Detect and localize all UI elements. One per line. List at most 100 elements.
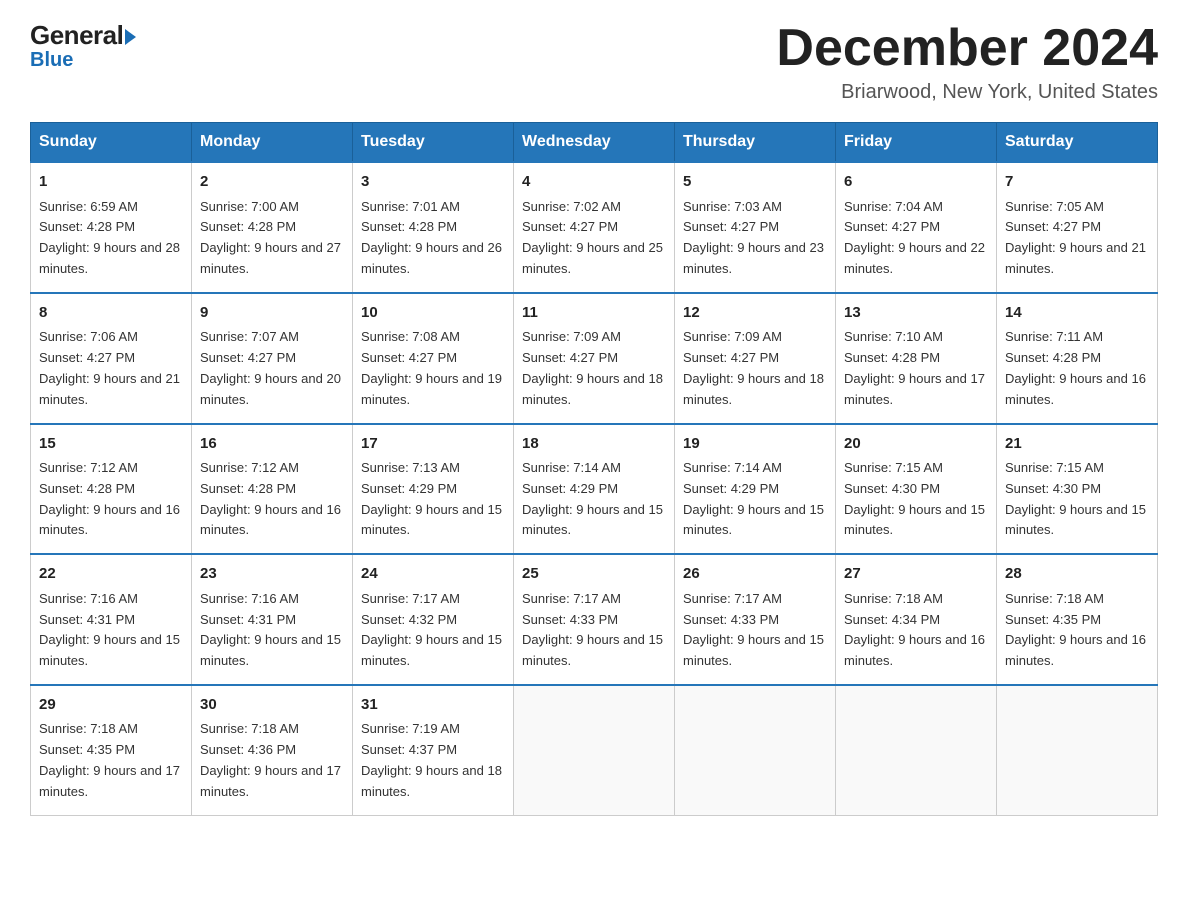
calendar-cell: 4Sunrise: 7:02 AMSunset: 4:27 PMDaylight… [514,162,675,293]
month-title: December 2024 [776,20,1158,77]
day-number: 7 [1005,171,1149,194]
calendar-cell: 9 Sunrise: 7:07 AMSunset: 4:27 PMDaylight… [192,293,353,424]
day-number: 9 [200,302,344,325]
title-block: December 2024 Briarwood, New York, Unite… [776,20,1158,104]
calendar-cell: 22Sunrise: 7:16 AMSunset: 4:31 PMDayligh… [31,554,192,685]
day-number: 24 [361,563,505,586]
calendar-cell: 21 Sunrise: 7:15 AMSunset: 4:30 PMDayligh… [997,424,1158,555]
calendar-cell: 15 Sunrise: 7:12 AMSunset: 4:28 PMDayligh… [31,424,192,555]
day-info: Sunrise: 7:09 AMSunset: 4:27 PMDaylight:… [522,329,663,406]
day-number: 21 [1005,433,1149,456]
calendar-cell: 26Sunrise: 7:17 AMSunset: 4:33 PMDayligh… [675,554,836,685]
day-number: 5 [683,171,827,194]
calendar-cell: 10 Sunrise: 7:08 AMSunset: 4:27 PMDayligh… [353,293,514,424]
calendar-cell: 31Sunrise: 7:19 AMSunset: 4:37 PMDayligh… [353,685,514,815]
week-row-1: 1 Sunrise: 6:59 AMSunset: 4:28 PMDaylight… [31,162,1158,293]
calendar-cell: 17 Sunrise: 7:13 AMSunset: 4:29 PMDayligh… [353,424,514,555]
day-number: 2 [200,171,344,194]
day-info: Sunrise: 7:16 AMSunset: 4:31 PMDaylight:… [200,591,341,668]
day-number: 29 [39,694,183,717]
day-info: Sunrise: 7:17 AMSunset: 4:32 PMDaylight:… [361,591,502,668]
day-number: 15 [39,433,183,456]
calendar-cell: 24 Sunrise: 7:17 AMSunset: 4:32 PMDayligh… [353,554,514,685]
header-wednesday: Wednesday [514,123,675,163]
location: Briarwood, New York, United States [776,81,1158,104]
header-saturday: Saturday [997,123,1158,163]
day-info: Sunrise: 7:14 AMSunset: 4:29 PMDaylight:… [522,460,663,537]
day-info: Sunrise: 7:01 AMSunset: 4:28 PMDaylight:… [361,199,502,276]
day-info: Sunrise: 7:18 AMSunset: 4:35 PMDaylight:… [1005,591,1146,668]
header-thursday: Thursday [675,123,836,163]
day-info: Sunrise: 7:17 AMSunset: 4:33 PMDaylight:… [522,591,663,668]
day-number: 19 [683,433,827,456]
day-number: 10 [361,302,505,325]
day-number: 17 [361,433,505,456]
day-info: Sunrise: 7:18 AMSunset: 4:35 PMDaylight:… [39,721,180,798]
calendar-cell: 1 Sunrise: 6:59 AMSunset: 4:28 PMDaylight… [31,162,192,293]
day-info: Sunrise: 7:18 AMSunset: 4:36 PMDaylight:… [200,721,341,798]
day-info: Sunrise: 7:11 AMSunset: 4:28 PMDaylight:… [1005,329,1146,406]
day-info: Sunrise: 7:12 AMSunset: 4:28 PMDaylight:… [200,460,341,537]
day-info: Sunrise: 6:59 AMSunset: 4:28 PMDaylight:… [39,199,180,276]
week-row-2: 8Sunrise: 7:06 AMSunset: 4:27 PMDaylight… [31,293,1158,424]
calendar-cell: 5 Sunrise: 7:03 AMSunset: 4:27 PMDaylight… [675,162,836,293]
week-row-5: 29 Sunrise: 7:18 AMSunset: 4:35 PMDayligh… [31,685,1158,815]
day-info: Sunrise: 7:17 AMSunset: 4:33 PMDaylight:… [683,591,824,668]
logo: General Blue [30,20,136,72]
logo-sub: Blue [30,49,73,72]
logo-text: General [30,20,136,51]
day-info: Sunrise: 7:15 AMSunset: 4:30 PMDaylight:… [844,460,985,537]
day-number: 31 [361,694,505,717]
week-row-3: 15 Sunrise: 7:12 AMSunset: 4:28 PMDayligh… [31,424,1158,555]
day-number: 16 [200,433,344,456]
day-info: Sunrise: 7:05 AMSunset: 4:27 PMDaylight:… [1005,199,1146,276]
day-number: 11 [522,302,666,325]
day-info: Sunrise: 7:03 AMSunset: 4:27 PMDaylight:… [683,199,824,276]
calendar-cell: 25Sunrise: 7:17 AMSunset: 4:33 PMDayligh… [514,554,675,685]
calendar-cell [997,685,1158,815]
day-info: Sunrise: 7:13 AMSunset: 4:29 PMDaylight:… [361,460,502,537]
day-number: 8 [39,302,183,325]
day-number: 20 [844,433,988,456]
calendar-cell: 3 Sunrise: 7:01 AMSunset: 4:28 PMDaylight… [353,162,514,293]
day-number: 1 [39,171,183,194]
week-row-4: 22 Sunrise: 7:16 AMSunset: 4:31 PMDayligh… [31,554,1158,685]
day-info: Sunrise: 7:00 AMSunset: 4:28 PMDaylight:… [200,199,341,276]
calendar-cell: 29 Sunrise: 7:18 AMSunset: 4:35 PMDayligh… [31,685,192,815]
day-number: 13 [844,302,988,325]
header-monday: Monday [192,123,353,163]
header-friday: Friday [836,123,997,163]
day-number: 23 [200,563,344,586]
calendar-cell: 16 Sunrise: 7:12 AMSunset: 4:28 PMDayligh… [192,424,353,555]
calendar-cell: 14 Sunrise: 7:11 AMSunset: 4:28 PMDayligh… [997,293,1158,424]
day-number: 12 [683,302,827,325]
calendar-header-row: SundayMondayTuesdayWednesdayThursdayFrid… [31,123,1158,163]
calendar-cell: 23 Sunrise: 7:16 AMSunset: 4:31 PMDayligh… [192,554,353,685]
calendar-cell: 18 Sunrise: 7:14 AMSunset: 4:29 PMDayligh… [514,424,675,555]
day-number: 3 [361,171,505,194]
day-number: 14 [1005,302,1149,325]
day-number: 6 [844,171,988,194]
day-info: Sunrise: 7:15 AMSunset: 4:30 PMDaylight:… [1005,460,1146,537]
day-number: 30 [200,694,344,717]
calendar-cell: 19 Sunrise: 7:14 AMSunset: 4:29 PMDayligh… [675,424,836,555]
day-info: Sunrise: 7:10 AMSunset: 4:28 PMDaylight:… [844,329,985,406]
calendar-cell [514,685,675,815]
day-info: Sunrise: 7:08 AMSunset: 4:27 PMDaylight:… [361,329,502,406]
calendar-cell: 20 Sunrise: 7:15 AMSunset: 4:30 PMDayligh… [836,424,997,555]
calendar-cell: 11 Sunrise: 7:09 AMSunset: 4:27 PMDayligh… [514,293,675,424]
calendar-cell: 12 Sunrise: 7:09 AMSunset: 4:27 PMDayligh… [675,293,836,424]
day-info: Sunrise: 7:14 AMSunset: 4:29 PMDaylight:… [683,460,824,537]
day-info: Sunrise: 7:04 AMSunset: 4:27 PMDaylight:… [844,199,985,276]
day-number: 18 [522,433,666,456]
calendar-cell: 30 Sunrise: 7:18 AMSunset: 4:36 PMDayligh… [192,685,353,815]
day-number: 22 [39,563,183,586]
calendar-cell: 2 Sunrise: 7:00 AMSunset: 4:28 PMDaylight… [192,162,353,293]
header-sunday: Sunday [31,123,192,163]
day-info: Sunrise: 7:12 AMSunset: 4:28 PMDaylight:… [39,460,180,537]
day-info: Sunrise: 7:07 AMSunset: 4:27 PMDaylight:… [200,329,341,406]
day-number: 27 [844,563,988,586]
page-header: General Blue December 2024 Briarwood, Ne… [30,20,1158,104]
day-info: Sunrise: 7:09 AMSunset: 4:27 PMDaylight:… [683,329,824,406]
calendar-cell: 27Sunrise: 7:18 AMSunset: 4:34 PMDayligh… [836,554,997,685]
